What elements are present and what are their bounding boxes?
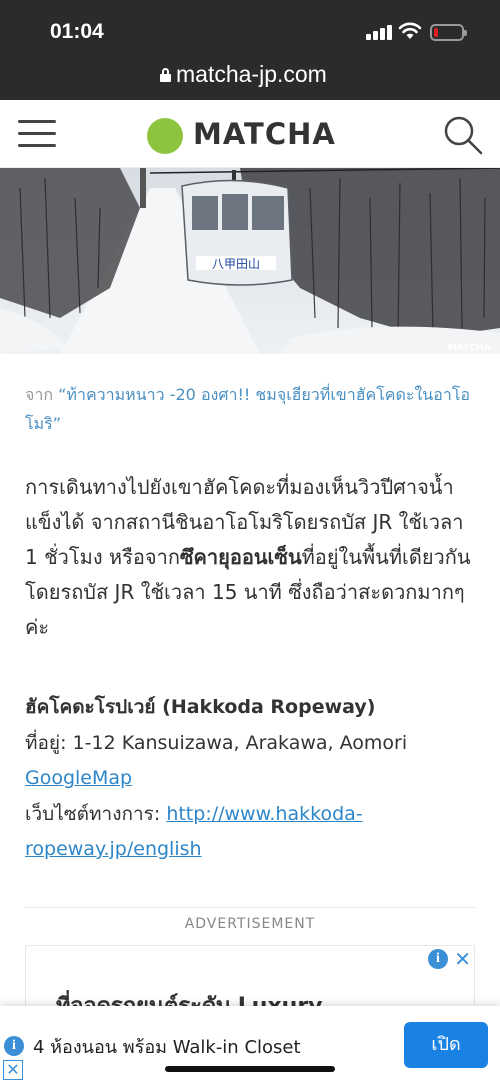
banner-text: 4 ห้องนอน พร้อม Walk-in Closet [33,1037,301,1058]
place-title: ฮัคโคดะโรปเวย์ (Hakkoda Ropeway) [25,696,376,718]
advertisement-label: ADVERTISEMENT [0,907,500,932]
status-time: 01:04 [50,20,104,43]
website-line: เว็บไซต์ทางการ: http://www.hakkoda-ropew… [25,797,485,868]
bottom-ad-banner[interactable]: i ✕ 4 ห้องนอน พร้อม Walk-in Closet เปิด [0,1006,500,1084]
url-bar[interactable]: matcha-jp.com [0,56,500,100]
search-icon[interactable] [442,114,484,156]
site-logo[interactable]: MATCHA [193,117,336,151]
source-link[interactable]: “ท้าความหนาว -20 องศา!! ชมจุเฮียวที่เขาฮ… [25,385,470,433]
address-line: ที่อยู่: 1-12 Kansuizawa, Arakawa, Aomor… [25,726,485,762]
open-button[interactable]: เปิด [404,1022,488,1068]
article-paragraph: การเดินทางไปยังเขาฮัคโคดะที่มองเห็นวิวปี… [25,470,480,645]
battery-icon [430,24,467,41]
gondola-sign: 八甲田山 [212,257,260,271]
ad-info-icon[interactable]: i [428,949,448,969]
logo-mark[interactable] [147,118,183,154]
website-label: เว็บไซต์ทางการ: [25,802,161,825]
signal-icon [366,24,392,40]
google-map-link[interactable]: GoogleMap [25,767,132,789]
address-label: ที่อยู่: [25,731,67,754]
address-value: 1-12 Kansuizawa, Arakawa, Aomori [72,731,408,754]
source-prefix: จาก [25,385,54,404]
hero-image: 八甲田山 MATCHA [0,168,500,354]
home-indicator [165,1066,335,1072]
lock-icon [160,68,171,82]
banner-info-icon[interactable]: i [4,1036,24,1056]
hero-watermark: MATCHA [448,343,490,353]
article-source: จาก “ท้าความหนาว -20 องศา!! ชมจุเฮียวที่… [25,380,485,438]
wifi-icon [398,22,422,39]
status-bar: 01:04 [0,0,500,56]
place-info: ฮัคโคดะโรปเวย์ (Hakkoda Ropeway) ที่อยู่… [25,690,485,868]
banner-close-icon[interactable]: ✕ [3,1060,23,1080]
paragraph-bold: ซึคายุออนเซ็น [179,545,302,569]
ad-close-icon[interactable]: ✕ [454,947,471,971]
site-header: MATCHA [0,100,500,168]
menu-icon[interactable] [18,118,56,148]
url-text[interactable]: matcha-jp.com [176,61,327,88]
